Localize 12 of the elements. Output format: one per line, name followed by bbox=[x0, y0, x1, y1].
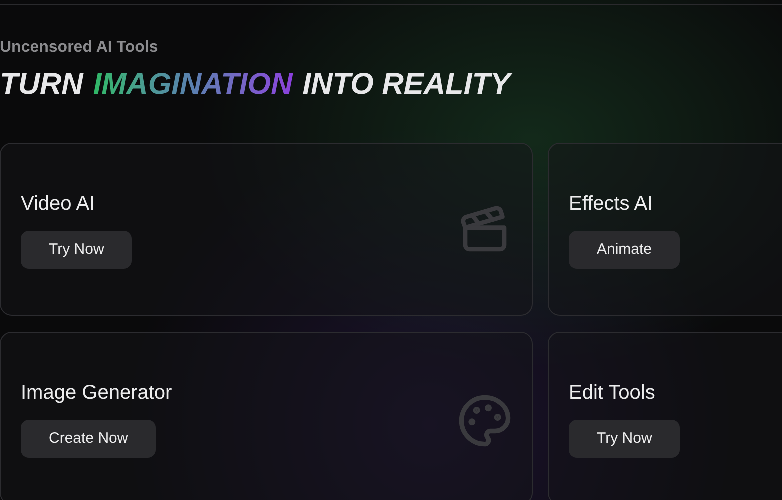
card-button[interactable]: Create Now bbox=[21, 420, 156, 458]
card-title: Video AI bbox=[21, 192, 96, 217]
card-button[interactable]: Try Now bbox=[569, 420, 680, 458]
card-title: Edit Tools bbox=[569, 381, 656, 406]
eyebrow-text: Uncensored AI Tools bbox=[0, 38, 158, 58]
heading-text: TURN bbox=[0, 67, 84, 103]
card-title: Effects AI bbox=[569, 192, 654, 217]
card-title: Image Generator bbox=[21, 381, 172, 406]
heading-text: INTO REALITY bbox=[302, 67, 511, 103]
palette-icon bbox=[457, 393, 513, 449]
card-button[interactable]: Animate bbox=[569, 231, 680, 269]
card-button[interactable]: Try Now bbox=[21, 231, 132, 269]
